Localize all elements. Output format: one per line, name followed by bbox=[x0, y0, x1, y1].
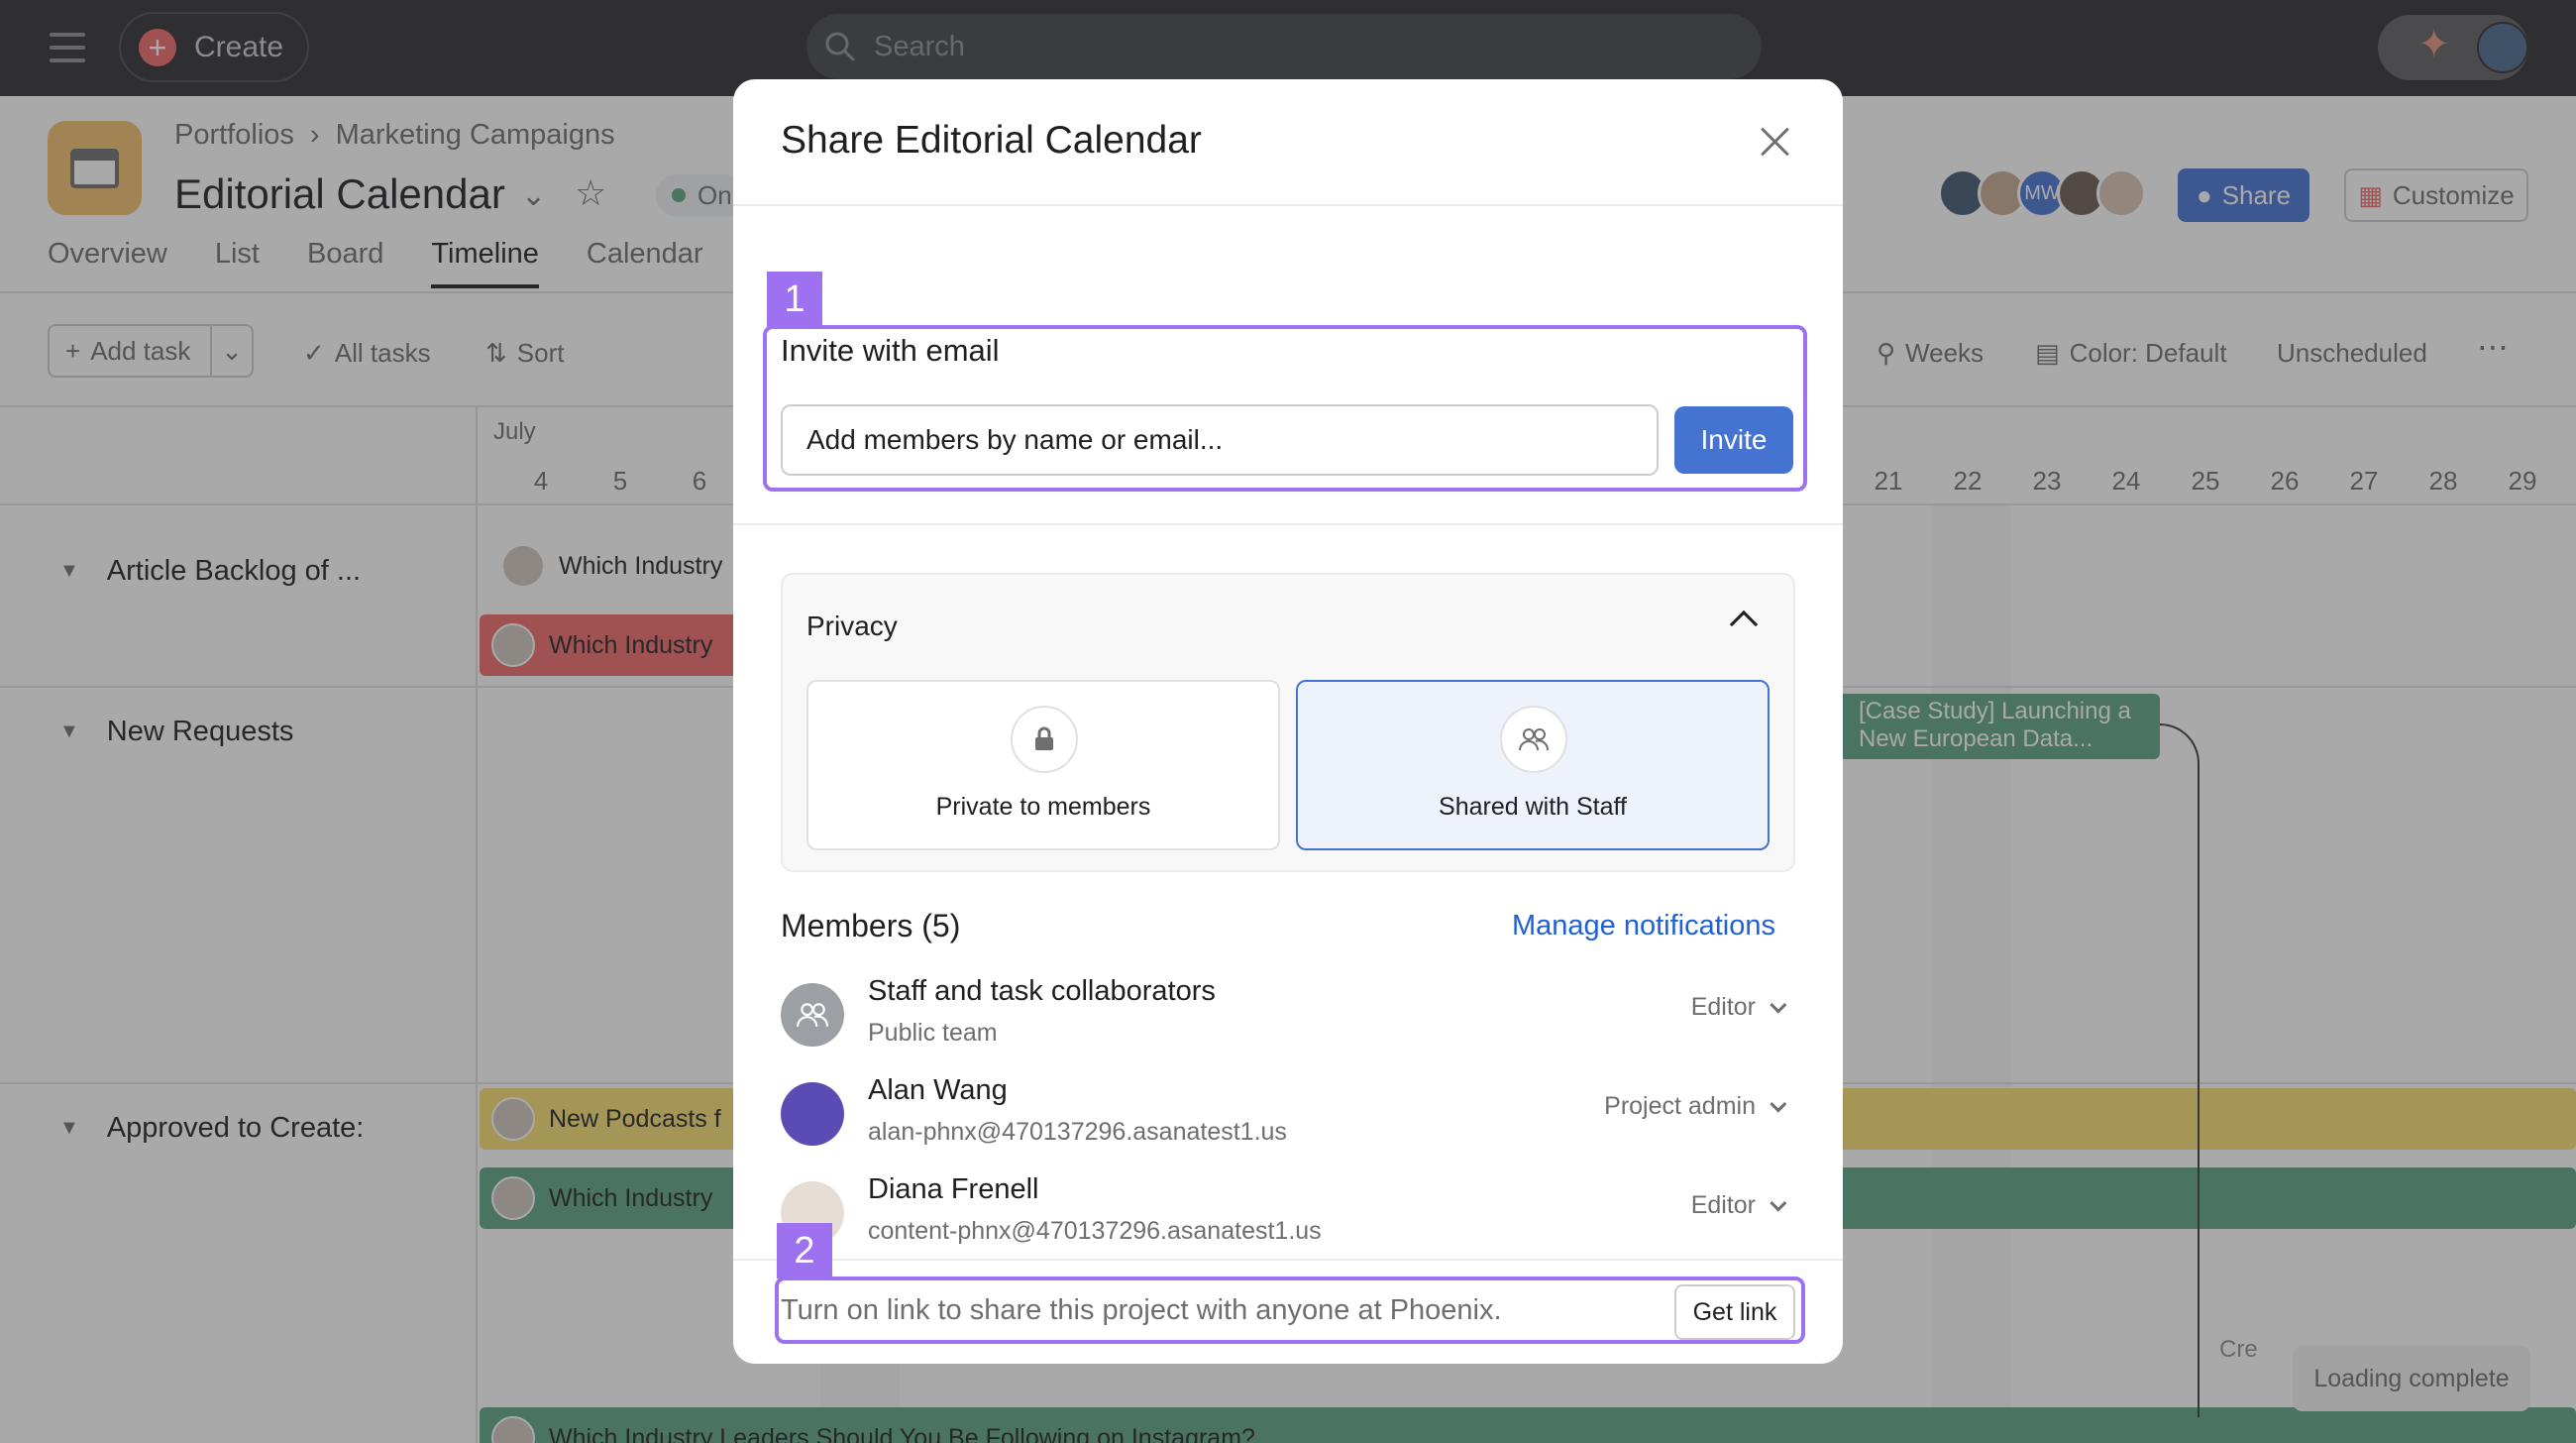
step-1-badge: 1 bbox=[767, 272, 822, 327]
privacy-label: Privacy bbox=[806, 610, 898, 641]
invite-button[interactable]: Invite bbox=[1674, 406, 1793, 474]
modal-title: Share Editorial Calendar bbox=[781, 119, 1202, 162]
privacy-option-shared-with-staff[interactable]: Shared with Staff bbox=[1296, 680, 1770, 850]
role-label: Editor bbox=[1690, 993, 1756, 1021]
member-row: Alan Wang alan-phnx@470137296.asanatest1… bbox=[781, 1074, 1795, 1154]
team-icon bbox=[781, 983, 844, 1047]
get-link-button[interactable]: Get link bbox=[1674, 1284, 1795, 1340]
privacy-section: Privacy Private to members Shared with S… bbox=[781, 573, 1795, 872]
share-link-text: Turn on link to share this project with … bbox=[781, 1294, 1502, 1326]
lock-icon bbox=[1011, 706, 1078, 773]
member-subtitle: Public team bbox=[868, 1019, 998, 1047]
role-dropdown[interactable]: Editor bbox=[1690, 993, 1787, 1022]
privacy-option-label: Private to members bbox=[935, 793, 1151, 821]
avatar bbox=[781, 1082, 844, 1146]
member-email: alan-phnx@470137296.asanatest1.us bbox=[868, 1118, 1287, 1146]
privacy-option-label: Shared with Staff bbox=[1439, 793, 1627, 821]
members-heading: Members (5) bbox=[781, 908, 961, 944]
chevron-up-icon[interactable] bbox=[1729, 610, 1759, 639]
modal-header-divider bbox=[733, 204, 1843, 206]
invite-email-input[interactable] bbox=[781, 404, 1659, 476]
member-email: content-phnx@470137296.asanatest1.us bbox=[868, 1217, 1322, 1245]
manage-notifications-link[interactable]: Manage notifications bbox=[1512, 910, 1775, 943]
member-row: Diana Frenell content-phnx@470137296.asa… bbox=[781, 1173, 1795, 1253]
chevron-down-icon bbox=[1770, 996, 1787, 1014]
role-label: Editor bbox=[1690, 1191, 1756, 1219]
invite-divider bbox=[733, 523, 1843, 525]
invite-heading: Invite with email bbox=[781, 333, 1000, 368]
member-name: Staff and task collaborators bbox=[868, 975, 1216, 1007]
team-icon bbox=[1500, 706, 1567, 773]
chevron-down-icon bbox=[1770, 1095, 1787, 1113]
privacy-option-private[interactable]: Private to members bbox=[806, 680, 1280, 850]
share-modal: Share Editorial Calendar 1 Invite with e… bbox=[733, 79, 1843, 1364]
role-dropdown[interactable]: Project admin bbox=[1604, 1092, 1787, 1121]
chevron-down-icon bbox=[1770, 1194, 1787, 1212]
member-row: Staff and task collaborators Public team… bbox=[781, 975, 1795, 1054]
role-dropdown[interactable]: Editor bbox=[1690, 1191, 1787, 1220]
close-icon[interactable] bbox=[1754, 121, 1795, 163]
members-divider bbox=[733, 1259, 1843, 1261]
step-2-badge: 2 bbox=[777, 1223, 832, 1278]
role-label: Project admin bbox=[1604, 1092, 1756, 1120]
member-name: Alan Wang bbox=[868, 1074, 1008, 1106]
member-name: Diana Frenell bbox=[868, 1173, 1039, 1205]
